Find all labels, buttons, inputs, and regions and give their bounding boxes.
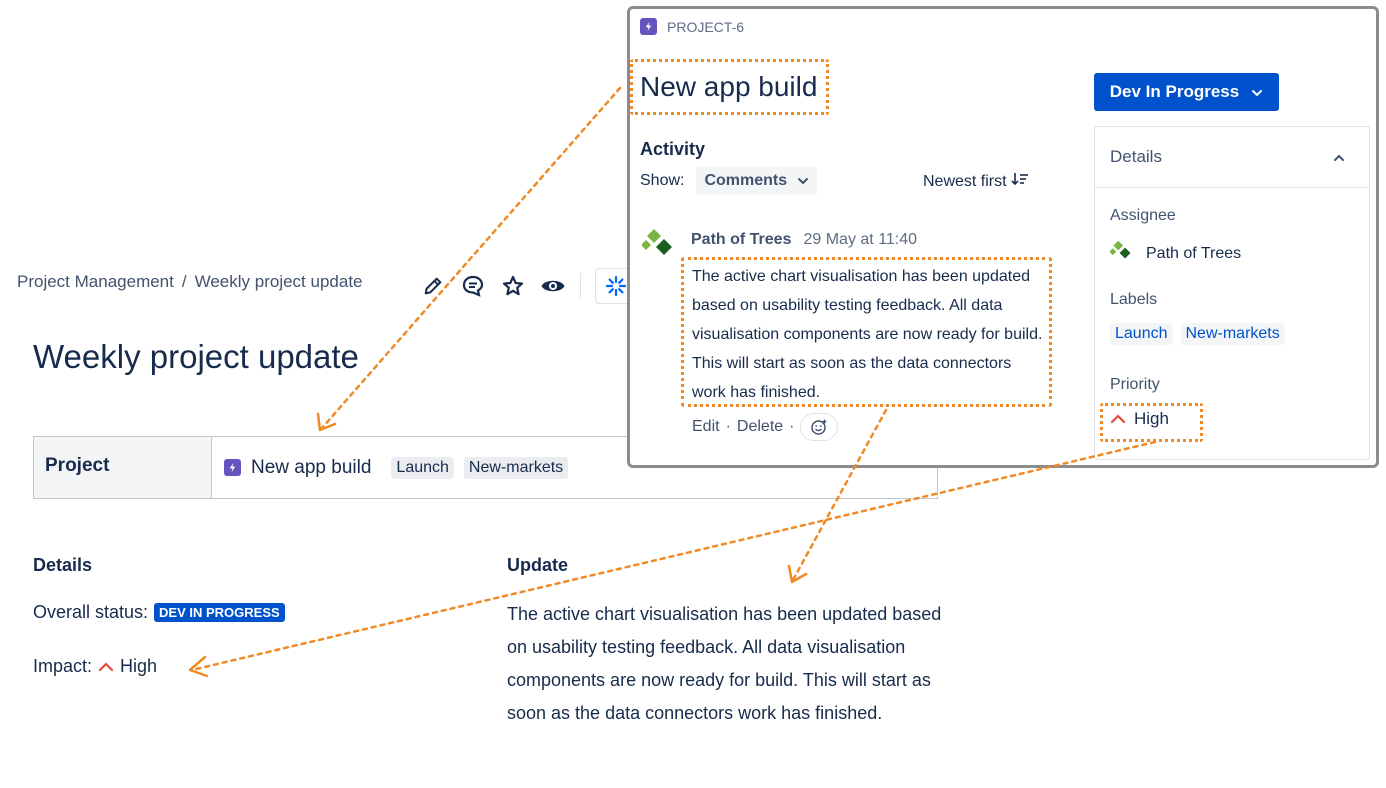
emoji-icon [811,419,827,435]
overall-status: Overall status: DEV IN PROGRESS [33,602,285,623]
priority-label: Priority [1110,376,1160,393]
activity-filter: Show: Comments [640,167,818,195]
breadcrumb: Project Management / Weekly project upda… [17,272,363,292]
assignee-label: Assignee [1110,207,1176,224]
comment-header: Path of Trees 29 May at 11:40 [691,231,917,249]
epic-icon [640,18,657,35]
overall-status-label: Overall status: [33,602,149,622]
priority-high-icon [1110,409,1126,429]
arrowhead-priority [188,655,209,678]
comment-actions: Edit · Delete · [692,413,839,441]
labels-list: Launch New-markets [1110,323,1285,345]
add-reaction-button[interactable] [800,413,839,441]
breadcrumb-separator: / [181,272,187,291]
breadcrumb-space[interactable]: Project Management [17,272,174,292]
comments-dropdown[interactable]: Comments [696,167,818,195]
status-badge: DEV IN PROGRESS [154,603,285,622]
details-panel-header[interactable]: Details [1095,127,1369,188]
label-new-markets: New-markets [463,456,569,479]
issue-key: PROJECT-6 [640,18,744,35]
activity-heading: Activity [640,139,706,159]
arrowhead-comment [787,564,808,584]
impact-label: Impact: [33,656,93,676]
delete-comment-link[interactable]: Delete [737,418,783,436]
chevron-down-icon [797,172,809,190]
priority-value: High [1134,409,1169,428]
details-panel-title: Details [1110,147,1162,166]
comment-author[interactable]: Path of Trees [691,231,791,249]
status-button-label: Dev In Progress [1109,82,1240,101]
avatar [641,225,680,268]
priority-high-icon [98,656,114,677]
breadcrumb-page[interactable]: Weekly project update [195,272,363,292]
issue-key-text[interactable]: PROJECT-6 [667,19,744,35]
update-text: The active chart visualisation has been … [507,604,942,723]
status-transition-button[interactable]: Dev In Progress [1094,73,1279,111]
issue-title[interactable]: New app build [640,71,817,103]
edit-comment-link[interactable]: Edit [692,418,720,436]
assignee[interactable]: Path of Trees [1109,238,1242,269]
label-new-markets[interactable]: New-markets [1180,323,1285,345]
project-link[interactable]: New app build [251,457,371,479]
sort-label: Newest first [923,172,1007,190]
details-heading: Details [33,555,93,575]
arrow-title [320,86,622,430]
details-panel: Details Assignee Path of Trees Labels La… [1094,126,1370,460]
project-table-header: Project [34,437,212,498]
comments-dropdown-label: Comments [704,172,788,189]
comment-icon[interactable] [460,273,486,299]
show-label: Show: [640,172,685,189]
watch-icon[interactable] [540,273,566,299]
labels-label: Labels [1110,291,1158,308]
epic-icon [224,459,241,476]
action-separator: · [789,418,795,435]
issue-popup: PROJECT-6 New app build Activity Show: C… [627,6,1379,468]
comment-date: 29 May at 11:40 [803,231,918,248]
arrowhead-title [316,412,337,432]
priority[interactable]: High [1110,409,1169,429]
project-table-cell: New app build Launch New-markets [212,437,569,498]
comment-text: The active chart visualisation has been … [692,268,1043,401]
edit-icon[interactable] [420,273,446,299]
update-heading: Update [507,555,569,575]
label-launch: Launch [391,456,454,479]
assignee-name: Path of Trees [1146,244,1242,262]
avatar [1109,238,1136,269]
chevron-down-icon [1251,82,1263,102]
sort-button[interactable]: Newest first [923,172,1029,191]
impact: Impact: High [33,656,157,677]
impact-value: High [120,656,158,676]
action-separator: · [725,418,731,435]
label-launch[interactable]: Launch [1110,323,1173,345]
page-title: Weekly project update [33,338,359,375]
chevron-up-icon[interactable] [1333,147,1345,167]
sort-icon [1011,172,1029,191]
page-toolbar [420,268,637,304]
toolbar-divider [580,273,581,299]
star-icon[interactable] [500,273,526,299]
